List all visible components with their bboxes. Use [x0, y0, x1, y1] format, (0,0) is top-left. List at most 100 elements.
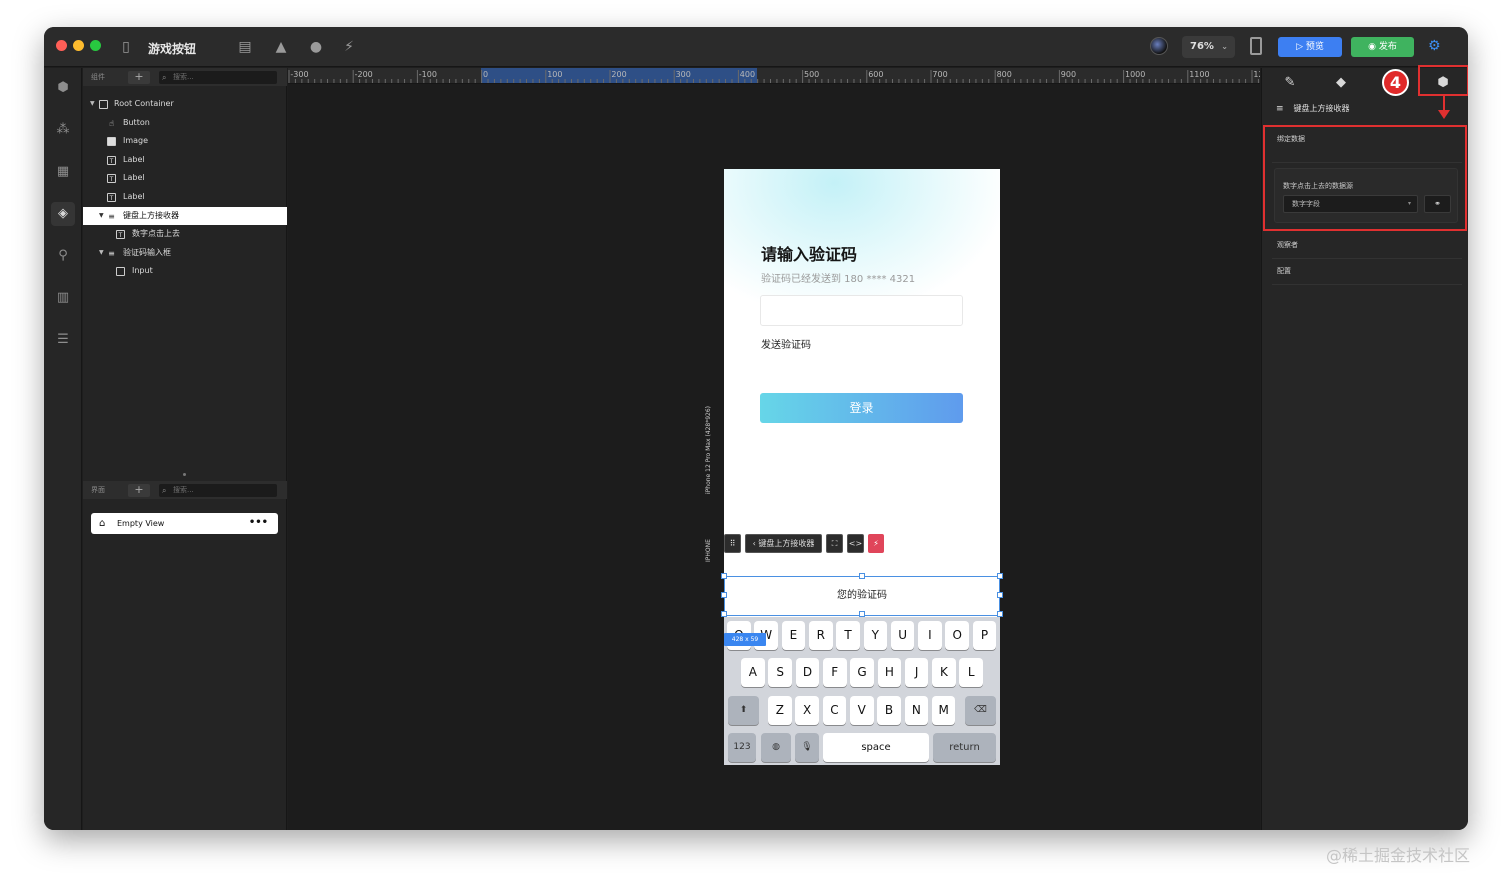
tree-item-button[interactable]: ☝ Button [83, 114, 287, 132]
component-search-input[interactable]: ⌕ 搜索... [159, 71, 277, 84]
key-a[interactable]: A [741, 658, 765, 687]
send-code-link[interactable]: 发送验证码 [761, 336, 811, 351]
close-window-button[interactable] [56, 40, 67, 51]
tree-item-keyboard-receiver[interactable]: ▼ ≡ 键盘上方接收器 [83, 207, 287, 225]
observers-section-title[interactable]: 观察者 [1277, 240, 1298, 250]
sent-to-label[interactable]: 验证码已经发送到 180 **** 4321 [761, 270, 915, 285]
brush-icon[interactable]: ✎ [1280, 73, 1300, 93]
maximize-window-button[interactable] [90, 40, 101, 51]
view-search-input[interactable]: ⌕ 搜索... [159, 484, 277, 497]
datasource-select[interactable]: 数字字段 ▾ [1283, 195, 1418, 213]
key-s[interactable]: S [768, 658, 792, 687]
fullscreen-icon[interactable]: ⛶ [826, 534, 843, 553]
resize-handle[interactable] [721, 592, 727, 598]
keyboard-receiver-selected[interactable]: 您的验证码 [724, 576, 1000, 616]
numbers-key[interactable]: 123 [728, 733, 756, 762]
preview-button[interactable]: ▷ 预览 [1278, 37, 1342, 57]
cube-icon[interactable]: ⬢ [51, 76, 75, 100]
key-c[interactable]: C [822, 696, 847, 725]
tree-item-digit-tap[interactable]: T 数字点击上去 [83, 225, 287, 243]
key-m[interactable]: M [931, 696, 956, 725]
more-icon[interactable]: ••• [249, 512, 268, 533]
tree-item-label-3[interactable]: T Label [83, 188, 287, 206]
key-t[interactable]: T [836, 621, 860, 650]
key-h[interactable]: H [877, 658, 902, 687]
caret-down-icon[interactable]: ▼ [99, 244, 104, 262]
caret-down-icon[interactable]: ▼ [90, 95, 95, 113]
datasource-picker-button[interactable]: ⚭ [1424, 195, 1451, 213]
space-key[interactable]: space [823, 733, 929, 762]
zoom-select[interactable]: 76% ⌄ [1182, 36, 1235, 58]
design-canvas[interactable]: IPHONE iPhone 12 Pro Max (428*926) 请输入验证… [288, 84, 1260, 830]
triangle-icon[interactable]: ▲ [272, 38, 290, 56]
select-parent-button[interactable]: ‹ 键盘上方接收器 [745, 534, 822, 553]
key-i[interactable]: I [918, 621, 942, 650]
key-d[interactable]: D [795, 658, 820, 687]
layers-icon[interactable]: ◈ [51, 202, 75, 226]
tree-item-code-input[interactable]: ▼ ≡ 验证码输入框 [83, 244, 287, 262]
drag-handle-icon[interactable]: ⠿ [724, 534, 741, 553]
code-icon[interactable]: <> [847, 534, 864, 553]
view-item-empty-view[interactable]: ⌂ Empty View ••• [91, 513, 278, 534]
sliders-icon[interactable]: ⚙ [1428, 38, 1446, 56]
tree-item-image[interactable]: Image [83, 132, 287, 150]
delete-key[interactable]: ⌫ [965, 696, 996, 725]
key-k[interactable]: K [932, 658, 956, 687]
tree-item-label-2[interactable]: T Label [83, 169, 287, 187]
key-y[interactable]: Y [863, 621, 888, 650]
key-v[interactable]: V [849, 696, 874, 725]
resize-handle[interactable] [859, 611, 865, 617]
key-p[interactable]: P [972, 621, 997, 650]
shift-key[interactable]: ⬆ [728, 696, 759, 725]
avatar[interactable] [1150, 37, 1168, 55]
key-g[interactable]: G [850, 658, 874, 687]
tree-item-root-container[interactable]: ▼ Root Container [83, 95, 287, 113]
resize-handle[interactable] [997, 573, 1003, 579]
key-l[interactable]: L [959, 658, 984, 687]
caret-down-icon[interactable]: ▼ [99, 207, 104, 225]
grid-icon[interactable]: ▦ [51, 160, 75, 184]
interaction-icon[interactable]: ◆ [1331, 73, 1351, 93]
code-input-field[interactable] [760, 295, 963, 326]
resize-handle[interactable] [721, 611, 727, 617]
minimize-window-button[interactable] [73, 40, 84, 51]
add-component-button[interactable]: + [128, 71, 150, 84]
tree-item-input[interactable]: Input [83, 262, 287, 280]
mic-key[interactable]: 🎙 [795, 733, 819, 762]
lightning-icon[interactable]: ⚡ [340, 38, 358, 56]
page-title[interactable]: 请输入验证码 [761, 241, 857, 265]
key-n[interactable]: N [904, 696, 929, 725]
key-u[interactable]: U [890, 621, 915, 650]
resize-handle[interactable] [859, 573, 865, 579]
key-b[interactable]: B [877, 696, 901, 725]
key-f[interactable]: F [822, 658, 847, 687]
layout-icon[interactable]: ▥ [51, 286, 75, 310]
key-j[interactable]: J [904, 658, 929, 687]
ruler-tick-label: 900 [1061, 70, 1076, 79]
key-e[interactable]: E [781, 621, 806, 650]
pin-icon[interactable]: ⚲ [51, 244, 75, 268]
key-o[interactable]: O [945, 621, 970, 650]
config-section-title[interactable]: 配置 [1277, 266, 1291, 276]
resize-handle[interactable] [997, 592, 1003, 598]
tree-item-label-1[interactable]: T Label [83, 151, 287, 169]
key-x[interactable]: X [795, 696, 819, 725]
sidebar-toggle-icon[interactable]: ▯ [117, 38, 135, 56]
lightning-icon[interactable]: ⚡ [868, 534, 884, 553]
bind-data-section-title[interactable]: 绑定数据 [1277, 134, 1305, 144]
publish-button[interactable]: ◉ 发布 [1351, 37, 1414, 57]
return-key[interactable]: return [933, 733, 996, 762]
globe-key[interactable]: ◍ [761, 733, 791, 762]
components-icon[interactable]: ⁂ [51, 118, 75, 142]
resize-handle[interactable] [997, 611, 1003, 617]
key-r[interactable]: R [808, 621, 833, 650]
add-view-button[interactable]: + [128, 484, 150, 497]
document-icon[interactable]: ▤ [236, 38, 254, 56]
panel-resize-handle[interactable] [183, 473, 186, 476]
shapes-icon[interactable]: ● [307, 38, 325, 56]
login-button[interactable]: 登录 [760, 393, 963, 423]
device-icon[interactable] [1250, 37, 1262, 55]
resize-handle[interactable] [721, 573, 727, 579]
key-z[interactable]: Z [768, 696, 792, 725]
list-icon[interactable]: ☰ [51, 328, 75, 352]
